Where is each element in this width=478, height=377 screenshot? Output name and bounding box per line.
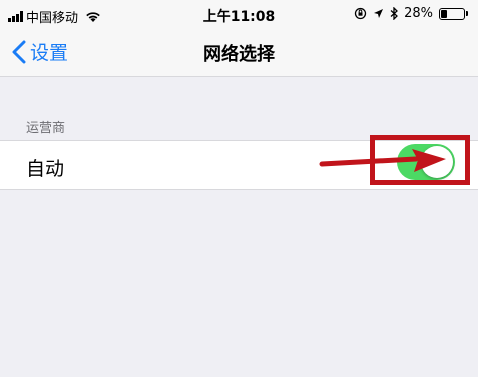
orientation-lock-icon [354, 7, 367, 20]
page-title: 网络选择 [203, 44, 275, 65]
navigation-bar: 设置 网络选择 [0, 28, 478, 77]
battery-icon [439, 7, 465, 20]
location-icon [374, 9, 384, 18]
battery-percent: 28% [404, 6, 433, 21]
bluetooth-icon [390, 7, 399, 20]
status-right: 28% [354, 6, 468, 21]
automatic-label: 自动 [26, 158, 65, 180]
automatic-toggle[interactable] [397, 144, 455, 180]
section-header-carrier: 运营商 [26, 121, 66, 136]
battery-tip [466, 11, 468, 16]
toggle-knob [421, 146, 453, 178]
status-bar: 中国移动 上午11:08 28% [0, 0, 478, 28]
